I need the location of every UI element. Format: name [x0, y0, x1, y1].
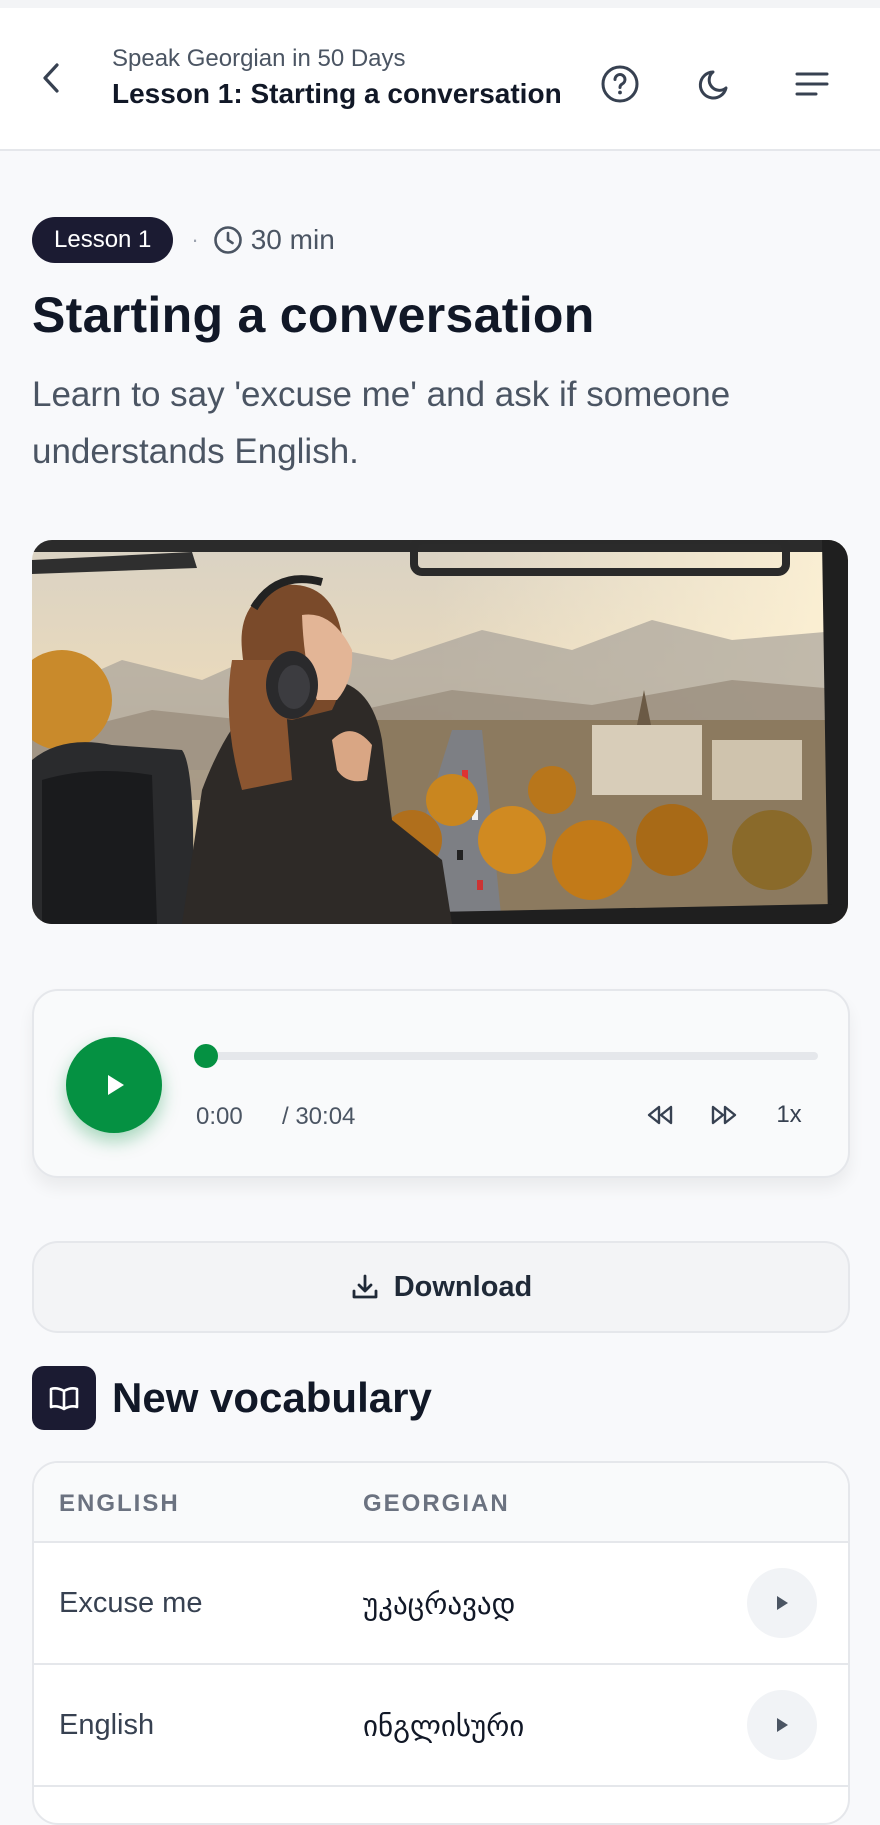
download-icon — [352, 1274, 378, 1299]
table-row: Excuse me უკაცრავად — [34, 1543, 848, 1665]
column-header-georgian: GEORGIAN — [363, 1490, 510, 1517]
menu-button[interactable] — [790, 62, 834, 106]
progress-track[interactable] — [194, 1044, 818, 1068]
lesson-header-title: Lesson 1: Starting a conversation — [112, 78, 562, 109]
duration-text: 30 min — [250, 224, 335, 255]
rewind-icon — [647, 1105, 673, 1125]
vocabulary-header: New vocabulary — [32, 1366, 432, 1430]
english-word: Excuse me — [59, 1587, 203, 1619]
header-titles: Speak Georgian in 50 Days Lesson 1: Star… — [112, 44, 562, 112]
play-icon — [777, 1718, 788, 1732]
pronunciation-play-button[interactable] — [747, 1690, 817, 1760]
table-header: ENGLISH GEORGIAN — [34, 1463, 848, 1543]
play-icon — [108, 1075, 124, 1095]
english-word: English — [59, 1709, 155, 1741]
lesson-image — [32, 540, 848, 924]
dark-mode-toggle[interactable] — [694, 62, 738, 106]
moon-icon — [698, 70, 728, 100]
back-button[interactable] — [32, 58, 72, 98]
status-strip — [0, 0, 880, 8]
book-open-icon — [49, 1387, 79, 1411]
play-button[interactable] — [66, 1037, 162, 1133]
playback-speed-button[interactable]: 1x — [768, 1097, 810, 1133]
book-badge — [32, 1366, 96, 1430]
lesson-badge: Lesson 1 — [32, 217, 174, 263]
duration: 30 min — [213, 224, 335, 256]
total-time: / 30:04 — [282, 1103, 356, 1130]
vocabulary-table: ENGLISH GEORGIAN Excuse me უკაცრავად Eng… — [32, 1461, 850, 1825]
column-header-english: ENGLISH — [59, 1490, 180, 1517]
vocabulary-title: New vocabulary — [112, 1374, 432, 1421]
georgian-word: უკაცრავად — [363, 1587, 516, 1621]
download-label: Download — [393, 1270, 533, 1303]
meta-separator: · — [191, 227, 199, 252]
play-icon — [777, 1596, 788, 1610]
audio-player: 0:00 / 30:04 1x — [32, 989, 850, 1178]
rewind-button[interactable] — [640, 1097, 680, 1133]
chevron-left-icon — [43, 63, 59, 93]
fast-forward-icon — [711, 1105, 737, 1125]
lesson-meta: Lesson 1 · 30 min — [32, 217, 335, 263]
menu-icon — [795, 72, 829, 96]
pronunciation-play-button[interactable] — [747, 1568, 817, 1638]
help-circle-icon — [601, 65, 639, 103]
download-button[interactable]: Download — [32, 1241, 850, 1333]
lesson-description: Learn to say 'excuse me' and ask if some… — [32, 375, 731, 471]
current-time: 0:00 — [196, 1103, 243, 1130]
progress-knob[interactable] — [194, 1044, 218, 1068]
course-title: Speak Georgian in 50 Days — [112, 45, 406, 72]
page-title: Starting a conversation — [32, 287, 595, 343]
clock-icon — [213, 226, 242, 254]
help-button[interactable] — [598, 62, 642, 106]
fast-forward-button[interactable] — [704, 1097, 744, 1133]
top-bar: Speak Georgian in 50 Days Lesson 1: Star… — [0, 8, 880, 151]
table-row: English ინგლისური — [34, 1665, 848, 1787]
georgian-word: ინგლისური — [363, 1709, 525, 1743]
